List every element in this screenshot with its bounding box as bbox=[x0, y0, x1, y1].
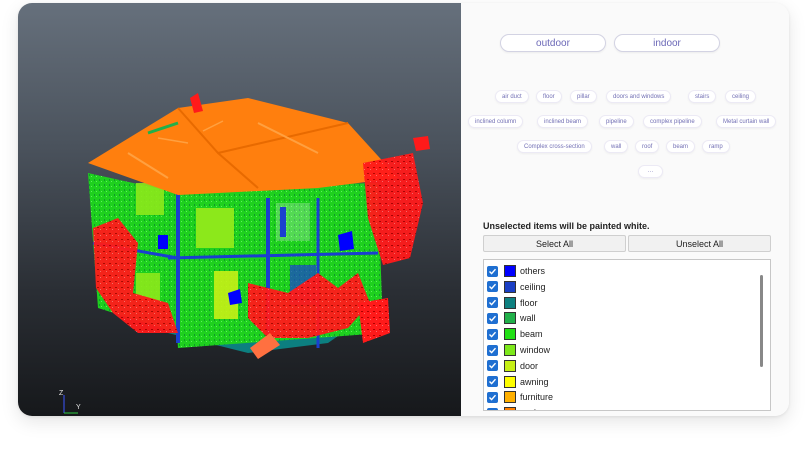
list-item-label: beam bbox=[520, 329, 543, 340]
list-scrollbar[interactable] bbox=[759, 262, 765, 408]
point-cloud-viewport[interactable]: Z Y bbox=[18, 3, 461, 416]
color-swatch bbox=[504, 375, 516, 388]
color-swatch bbox=[504, 280, 516, 293]
axis-gizmo: Z Y bbox=[58, 389, 98, 416]
chip-air-duct[interactable]: air duct bbox=[495, 90, 529, 103]
color-swatch bbox=[504, 391, 516, 404]
checkbox[interactable] bbox=[487, 265, 498, 277]
list-item-label: wall bbox=[520, 313, 536, 324]
chip-complex-cross-section[interactable]: Complex cross-section bbox=[517, 140, 592, 153]
checkbox[interactable] bbox=[487, 297, 498, 309]
list-item-label: others bbox=[520, 266, 546, 276]
color-swatch bbox=[504, 265, 516, 277]
checkbox[interactable] bbox=[487, 344, 498, 356]
color-swatch bbox=[504, 296, 516, 309]
list-item-label: ceiling bbox=[520, 281, 546, 292]
color-swatch bbox=[504, 359, 516, 372]
chip-pillar[interactable]: pillar bbox=[570, 90, 597, 103]
checkbox[interactable] bbox=[487, 328, 498, 340]
indoor-button[interactable]: indoor bbox=[614, 34, 720, 52]
chip-roof[interactable]: roof bbox=[635, 140, 660, 153]
list-item-label: door bbox=[520, 360, 539, 371]
select-all-button[interactable]: Select All bbox=[483, 235, 626, 252]
color-swatch bbox=[504, 312, 516, 325]
chip-inclined-column[interactable]: inclined column bbox=[468, 115, 524, 128]
chip-floor[interactable]: floor bbox=[536, 90, 562, 103]
list-item[interactable]: floor bbox=[484, 295, 754, 311]
checkbox[interactable] bbox=[487, 407, 498, 410]
list-item-label: roof bbox=[520, 408, 536, 410]
unselect-all-button[interactable]: Unselect All bbox=[628, 235, 771, 252]
list-item[interactable]: roof bbox=[484, 405, 754, 410]
list-item-label: awning bbox=[520, 376, 549, 387]
color-swatch bbox=[504, 328, 516, 341]
list-item-label: window bbox=[520, 345, 551, 355]
outdoor-button[interactable]: outdoor bbox=[500, 34, 606, 52]
more-chips-button[interactable]: ··· bbox=[638, 165, 663, 178]
paint-hint: Unselected items will be painted white. bbox=[483, 221, 650, 231]
list-item-label: furniture bbox=[520, 392, 554, 403]
checkbox[interactable] bbox=[487, 376, 498, 388]
chip-beam[interactable]: beam bbox=[666, 140, 696, 153]
list-item-label: floor bbox=[520, 297, 538, 308]
list-item[interactable]: ceiling bbox=[484, 279, 754, 295]
chip-doors-and-windows[interactable]: doors and windows bbox=[606, 90, 672, 103]
list-item[interactable]: wall bbox=[484, 310, 754, 326]
app-card: Z Y outdoor indoor air duct floor pillar… bbox=[18, 3, 789, 416]
classification-panel: outdoor indoor air duct floor pillar doo… bbox=[461, 3, 789, 416]
class-list[interactable]: others ceiling floor wall beam window door awni… bbox=[483, 259, 771, 411]
axis-y-label: Y bbox=[76, 404, 81, 411]
checkbox[interactable] bbox=[487, 312, 498, 324]
chip-stairs[interactable]: stairs bbox=[688, 90, 717, 103]
list-item[interactable]: door bbox=[484, 358, 754, 374]
checkbox[interactable] bbox=[487, 360, 498, 372]
list-item[interactable]: beam bbox=[484, 326, 754, 342]
axis-lines bbox=[63, 395, 78, 414]
checkbox[interactable] bbox=[487, 281, 498, 293]
axis-z-label: Z bbox=[59, 390, 64, 397]
checkbox[interactable] bbox=[487, 391, 498, 403]
list-item[interactable]: others bbox=[484, 263, 754, 279]
list-item[interactable]: window bbox=[484, 342, 754, 358]
chip-ceiling[interactable]: ceiling bbox=[725, 90, 757, 103]
scroll-thumb[interactable] bbox=[760, 275, 763, 367]
chip-pipeline[interactable]: pipeline bbox=[599, 115, 634, 128]
list-item[interactable]: awning bbox=[484, 374, 754, 390]
list-item[interactable]: furniture bbox=[484, 389, 754, 405]
chip-ramp[interactable]: ramp bbox=[702, 140, 730, 153]
chip-inclined-beam[interactable]: inclined beam bbox=[537, 115, 589, 128]
chip-wall[interactable]: wall bbox=[604, 140, 629, 153]
chip-complex-pipeline[interactable]: complex pipeline bbox=[643, 115, 702, 128]
color-swatch bbox=[504, 407, 516, 410]
point-cloud-building bbox=[88, 93, 430, 359]
color-swatch bbox=[504, 344, 516, 356]
chip-metal-curtain-wall[interactable]: Metal curtain wall bbox=[716, 115, 777, 128]
